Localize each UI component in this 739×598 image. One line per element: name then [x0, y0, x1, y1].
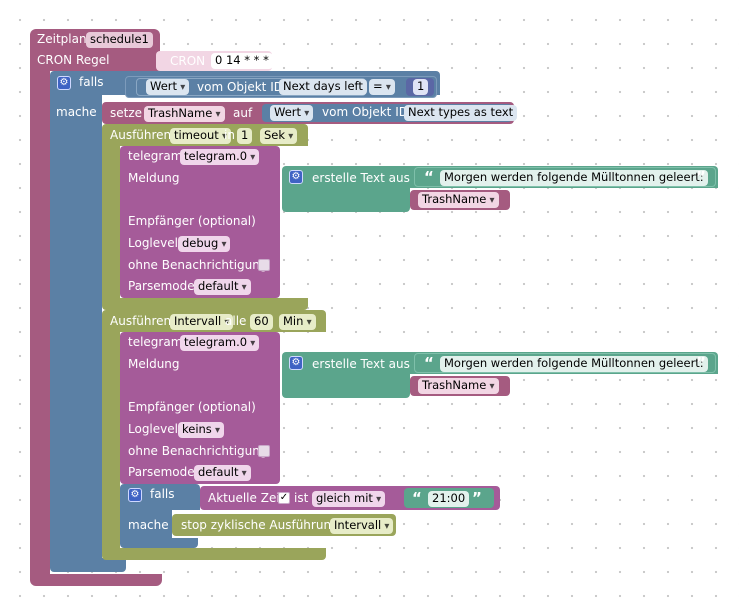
interval-block-bottom [102, 548, 326, 560]
loglevel-label-2: Loglevel [128, 422, 178, 436]
aktuelle-zeit-label: Aktuelle Zeit [208, 491, 285, 505]
vom-objekt-label-2: vom Objekt ID [322, 105, 408, 119]
ohne-checkbox-1[interactable] [258, 259, 270, 271]
gear-icon[interactable]: ⚙ [289, 170, 303, 184]
if-block-1-bottom [50, 558, 126, 572]
wert-dropdown[interactable]: Wert [146, 79, 190, 95]
time-string-field[interactable]: 21:00 [428, 491, 470, 507]
telegram-label-2: telegram [128, 335, 183, 349]
in-label: in [224, 128, 235, 142]
meldung-label-2: Meldung [128, 357, 180, 371]
instance-dropdown-2[interactable]: telegram.0 [180, 335, 260, 351]
telegram-label-1: telegram [128, 149, 183, 163]
gear-icon[interactable]: ⚙ [128, 488, 142, 502]
parsemode-dropdown-2[interactable]: default [194, 465, 251, 481]
cron-label: CRON Regel [37, 53, 110, 67]
schedule-block-bottom [30, 574, 162, 586]
cron-value-field[interactable]: 0 14 * * * [211, 53, 273, 69]
open-quote-icon: “ [424, 168, 434, 186]
gear-icon[interactable]: ⚙ [289, 356, 303, 370]
open-quote-icon: “ [424, 354, 434, 372]
ist-label: ist [294, 491, 309, 505]
compare-operator-dropdown[interactable]: gleich mit [312, 491, 386, 507]
vom-objekt-label: vom Objekt ID [197, 80, 283, 94]
check-icon[interactable]: ✓ [278, 492, 290, 504]
timeout-block-bottom [102, 298, 308, 310]
operator-dropdown[interactable]: = [369, 79, 395, 95]
interval-unit-dropdown[interactable]: Min [279, 314, 316, 330]
mode-dropdown-2[interactable]: Intervall [170, 314, 234, 330]
empfaenger-label-2: Empfänger (optional) [128, 400, 256, 414]
schedule-block-spine [30, 60, 50, 580]
zeitplan-label: Zeitplan [37, 32, 87, 46]
ohne-label-1: ohne Benachrichtigung [128, 258, 268, 272]
mache-label: mache [56, 105, 97, 119]
falls-label: falls [79, 75, 104, 89]
object-id-field-2[interactable]: Next types as text [404, 105, 518, 121]
falls-label-2: falls [150, 487, 175, 501]
erstelle-text-label-2: erstelle Text aus [312, 357, 410, 371]
alle-label: alle [225, 314, 247, 328]
instance-dropdown-1[interactable]: telegram.0 [180, 149, 260, 165]
loglevel-dropdown-2[interactable]: keins [178, 422, 225, 438]
text-string-field-2[interactable]: Morgen werden folgende Mülltonnen geleer… [440, 356, 708, 372]
stop-target-dropdown[interactable]: Intervall [330, 518, 394, 534]
trashname-dropdown-2[interactable]: TrashName [418, 378, 499, 394]
auf-label: auf [233, 106, 253, 120]
parsemode-dropdown-1[interactable]: default [194, 279, 251, 295]
wert-dropdown-2[interactable]: Wert [270, 105, 314, 121]
gear-icon[interactable]: ⚙ [57, 76, 71, 90]
ausfuehren-label-2: Ausführen [110, 314, 172, 328]
timeout-block-spine [102, 146, 120, 306]
open-quote-icon: “ [412, 489, 422, 507]
delay-value-field[interactable]: 1 [237, 128, 253, 144]
number-field[interactable]: 1 [413, 79, 429, 95]
ohne-checkbox-2[interactable] [258, 445, 270, 457]
variable-dropdown[interactable]: TrashName [144, 106, 225, 122]
parsemode-label-1: Parsemode [128, 279, 195, 293]
object-id-field[interactable]: Next days left [279, 79, 367, 95]
stop-label: stop zyklische Ausführung [181, 518, 339, 532]
ausfuehren-label: Ausführen [110, 128, 172, 142]
mode-dropdown[interactable]: timeout [170, 128, 232, 144]
parsemode-label-2: Parsemode [128, 465, 195, 479]
close-quote-icon: ” [696, 168, 706, 186]
ohne-label-2: ohne Benachrichtigung [128, 444, 268, 458]
meldung-label-1: Meldung [128, 171, 180, 185]
text-join-block-2-body [282, 374, 410, 398]
cron-chip: CRON [170, 54, 206, 68]
close-quote-icon: ” [696, 354, 706, 372]
erstelle-text-label-1: erstelle Text aus [312, 171, 410, 185]
empfaenger-label-1: Empfänger (optional) [128, 214, 256, 228]
interval-block-spine [102, 332, 120, 554]
loglevel-label-1: Loglevel [128, 236, 178, 250]
schedule-name-field[interactable]: schedule1 [86, 32, 153, 48]
mache-label-2: mache [128, 518, 169, 532]
interval-value-field[interactable]: 60 [250, 314, 273, 330]
text-string-field-1[interactable]: Morgen werden folgende Mülltonnen geleer… [440, 170, 708, 186]
close-quote-icon: ” [472, 489, 482, 507]
trashname-dropdown-1[interactable]: TrashName [418, 192, 499, 208]
text-join-block-1-body [282, 188, 410, 212]
unit-dropdown[interactable]: Sek [260, 128, 298, 144]
if-block-1-spine [50, 95, 102, 565]
if-block-2-bottom [120, 538, 198, 548]
setze-label: setze [110, 106, 143, 120]
loglevel-dropdown-1[interactable]: debug [178, 236, 231, 252]
